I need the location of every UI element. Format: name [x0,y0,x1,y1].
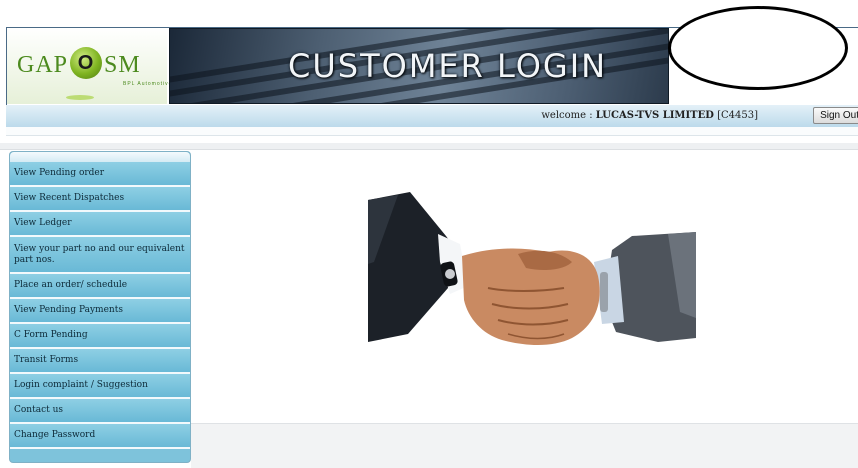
logo-shadow [66,95,94,100]
banner-keyboard-image: CUSTOMER LOGIN [169,28,669,104]
logo-text-right: SM [104,52,141,78]
sidebar-menu: View Pending order View Recent Dispatche… [9,151,191,463]
logo-subtitle: BPL Automotive [123,81,173,87]
menu-item-view-pending-order[interactable]: View Pending order [10,162,190,187]
menu-item-c-form-pending[interactable]: C Form Pending [10,324,190,349]
menu-item-place-order[interactable]: Place an order/ schedule [10,274,190,299]
menu-item-view-ledger[interactable]: View Ledger [10,212,190,237]
menu-list: View Pending order View Recent Dispatche… [10,162,190,449]
redaction-oval [668,6,848,90]
menu-item-view-pending-payments[interactable]: View Pending Payments [10,299,190,324]
banner-title: CUSTOMER LOGIN [288,47,608,85]
content-top-bar [0,143,858,150]
menu-item-view-recent-dispatches[interactable]: View Recent Dispatches [10,187,190,212]
gaposm-logo-icon: GAP O SM BPL Automotive [17,47,171,87]
welcome-bar: welcome : LUCAS-TVS LIMITED [C4453] Sign… [6,105,858,127]
handshake-image [368,192,696,345]
sign-out-button[interactable]: Sign Out [813,107,858,124]
welcome-text: welcome : LUCAS-TVS LIMITED [C4453] [541,110,758,121]
menu-item-login-complaint[interactable]: Login complaint / Suggestion [10,374,190,399]
logo-text-left: GAP [17,52,69,78]
menu-item-contact-us[interactable]: Contact us [10,399,190,424]
welcome-prefix: welcome : [541,110,593,121]
logo-o-circle: O [70,47,103,79]
logo-box: GAP O SM BPL Automotive [7,28,171,104]
customer-code: [C4453] [717,110,758,121]
header-spacer [6,127,858,136]
menu-item-change-password[interactable]: Change Password [10,424,190,449]
sidebar-header [10,152,190,162]
menu-item-view-part-nos[interactable]: View your part no and our equivalent par… [10,237,190,274]
content-footer-bar [191,423,858,468]
company-name: LUCAS-TVS LIMITED [595,110,714,121]
menu-item-transit-forms[interactable]: Transit Forms [10,349,190,374]
